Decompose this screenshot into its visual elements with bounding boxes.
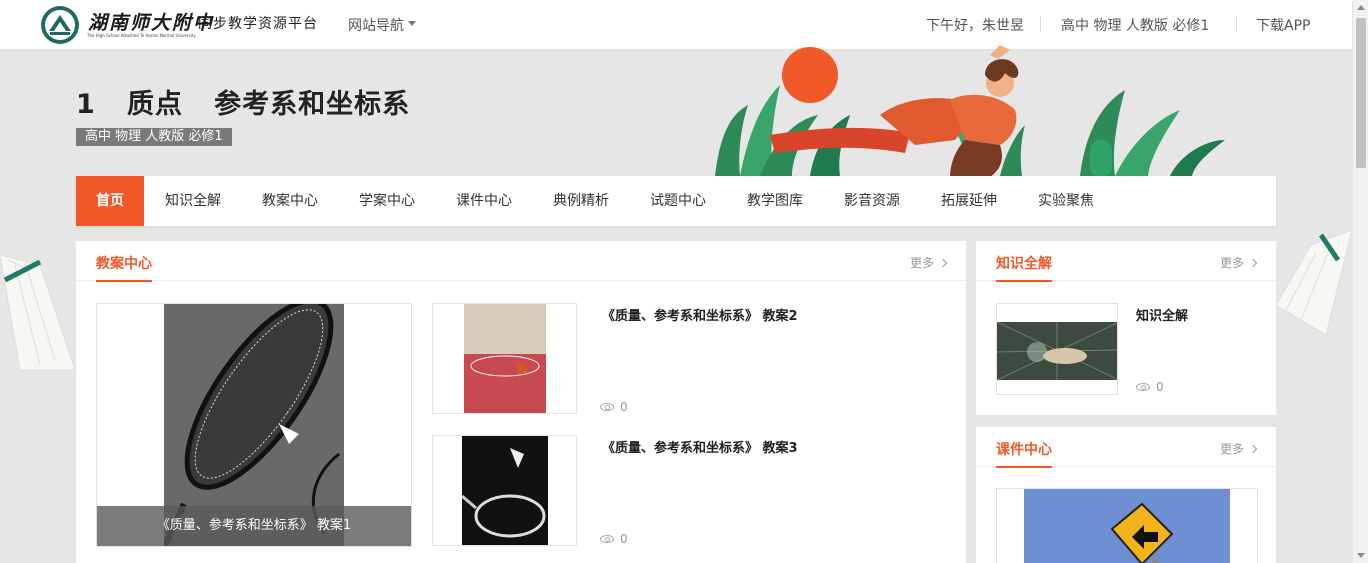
tab-exercises[interactable]: 试题中心	[639, 176, 717, 226]
lesson-plan-panel: 教案中心 更多 《质量、参考系和坐标系》 教案1 《质量、参考系和坐标系》 教案…	[76, 241, 966, 563]
featured-lesson-card[interactable]: 《质量、参考系和坐标系》 教案1	[96, 303, 412, 547]
view-count: 0	[1136, 380, 1164, 394]
scroll-up-arrow-icon[interactable]	[1357, 5, 1365, 10]
bullet-glass-photo	[997, 322, 1117, 380]
panel-header: 知识全解 更多	[976, 241, 1276, 282]
chevron-right-icon	[938, 258, 948, 268]
eye-icon	[1136, 383, 1150, 391]
racket-shuttle-photo	[462, 436, 548, 545]
panel-header: 教案中心 更多	[76, 241, 966, 282]
knowledge-panel: 知识全解 更多 知识全解 0	[976, 241, 1276, 415]
tab-study-plans[interactable]: 学案中心	[348, 176, 426, 226]
more-link[interactable]: 更多	[1219, 440, 1258, 457]
tab-examples[interactable]: 典例精析	[542, 176, 620, 226]
site-nav-label: 网站导航	[348, 18, 404, 34]
view-count: 0	[600, 532, 628, 546]
download-app-link[interactable]: 下载APP	[1256, 15, 1310, 35]
eye-icon	[600, 403, 614, 411]
court-ball-photo	[464, 304, 546, 413]
hero-player-illustration	[715, 45, 1225, 177]
course-selector[interactable]: 高中 物理 人教版 必修1	[1061, 15, 1209, 35]
tab-image-library[interactable]: 教学图库	[736, 176, 814, 226]
tab-knowledge[interactable]: 知识全解	[154, 176, 232, 226]
knowledge-thumb[interactable]	[996, 303, 1118, 395]
courseware-thumb[interactable]	[996, 488, 1258, 563]
featured-caption[interactable]: 《质量、参考系和坐标系》 教案1	[97, 506, 411, 546]
view-count-value: 0	[1156, 380, 1164, 394]
tab-courseware[interactable]: 课件中心	[445, 176, 523, 226]
eye-icon	[600, 535, 614, 543]
user-greeting[interactable]: 下午好，朱世昱	[926, 15, 1024, 35]
shuttlecock-right-icon	[1276, 229, 1352, 336]
view-count-value: 0	[620, 400, 628, 414]
more-label: 更多	[1219, 442, 1244, 456]
road-sign-photo	[1024, 489, 1230, 563]
tab-extension[interactable]: 拓展延伸	[930, 176, 1008, 226]
course-tag: 高中 物理 人教版 必修1	[76, 128, 232, 146]
view-count: 0	[600, 400, 628, 414]
lesson-thumb[interactable]	[432, 435, 577, 546]
chevron-right-icon	[1248, 444, 1258, 454]
more-link[interactable]: 更多	[1219, 254, 1258, 271]
divider	[1236, 16, 1237, 32]
brand-name[interactable]: 湖南师大附中	[88, 8, 214, 35]
tab-lesson-plans[interactable]: 教案中心	[251, 176, 329, 226]
divider	[1040, 16, 1041, 32]
panel-title: 课件中心	[996, 439, 1052, 468]
page-title: 1 质点 参考系和坐标系	[76, 89, 411, 120]
more-label: 更多	[909, 256, 934, 270]
panel-header: 课件中心 更多	[976, 427, 1276, 468]
lesson-item-title[interactable]: 《质量、参考系和坐标系》 教案2	[602, 305, 798, 324]
lesson-item-title[interactable]: 《质量、参考系和坐标系》 教案3	[602, 437, 798, 456]
school-logo-icon[interactable]	[40, 5, 80, 45]
section-tabs: 首页 知识全解 教案中心 学案中心 课件中心 典例精析 试题中心 教学图库 影音…	[76, 176, 1276, 226]
view-count-value: 0	[620, 532, 628, 546]
brand-english: The High School Attached To Hunan Normal…	[87, 33, 196, 38]
courseware-panel: 课件中心 更多	[976, 427, 1276, 563]
knowledge-item-title[interactable]: 知识全解	[1136, 305, 1188, 324]
page-scrollbar[interactable]	[1352, 0, 1368, 563]
panel-title: 教案中心	[96, 253, 152, 282]
scrollbar-thumb[interactable]	[1356, 18, 1366, 168]
scroll-down-arrow-icon[interactable]	[1357, 553, 1365, 558]
brand-subtitle: 同步教学资源平台	[198, 16, 318, 32]
chevron-right-icon	[1248, 258, 1258, 268]
panel-title: 知识全解	[996, 253, 1052, 282]
more-label: 更多	[1219, 256, 1244, 270]
tab-experiments[interactable]: 实验聚焦	[1027, 176, 1105, 226]
lesson-thumb[interactable]	[432, 303, 577, 414]
tab-home[interactable]: 首页	[76, 176, 144, 226]
top-bar: 湖南师大附中 同步教学资源平台 The High School Attached…	[0, 0, 1352, 50]
shuttlecock-left-icon	[0, 254, 76, 371]
caret-down-icon	[408, 21, 416, 26]
more-link[interactable]: 更多	[909, 254, 948, 271]
site-nav-dropdown[interactable]: 网站导航	[348, 15, 416, 35]
tab-media[interactable]: 影音资源	[833, 176, 911, 226]
